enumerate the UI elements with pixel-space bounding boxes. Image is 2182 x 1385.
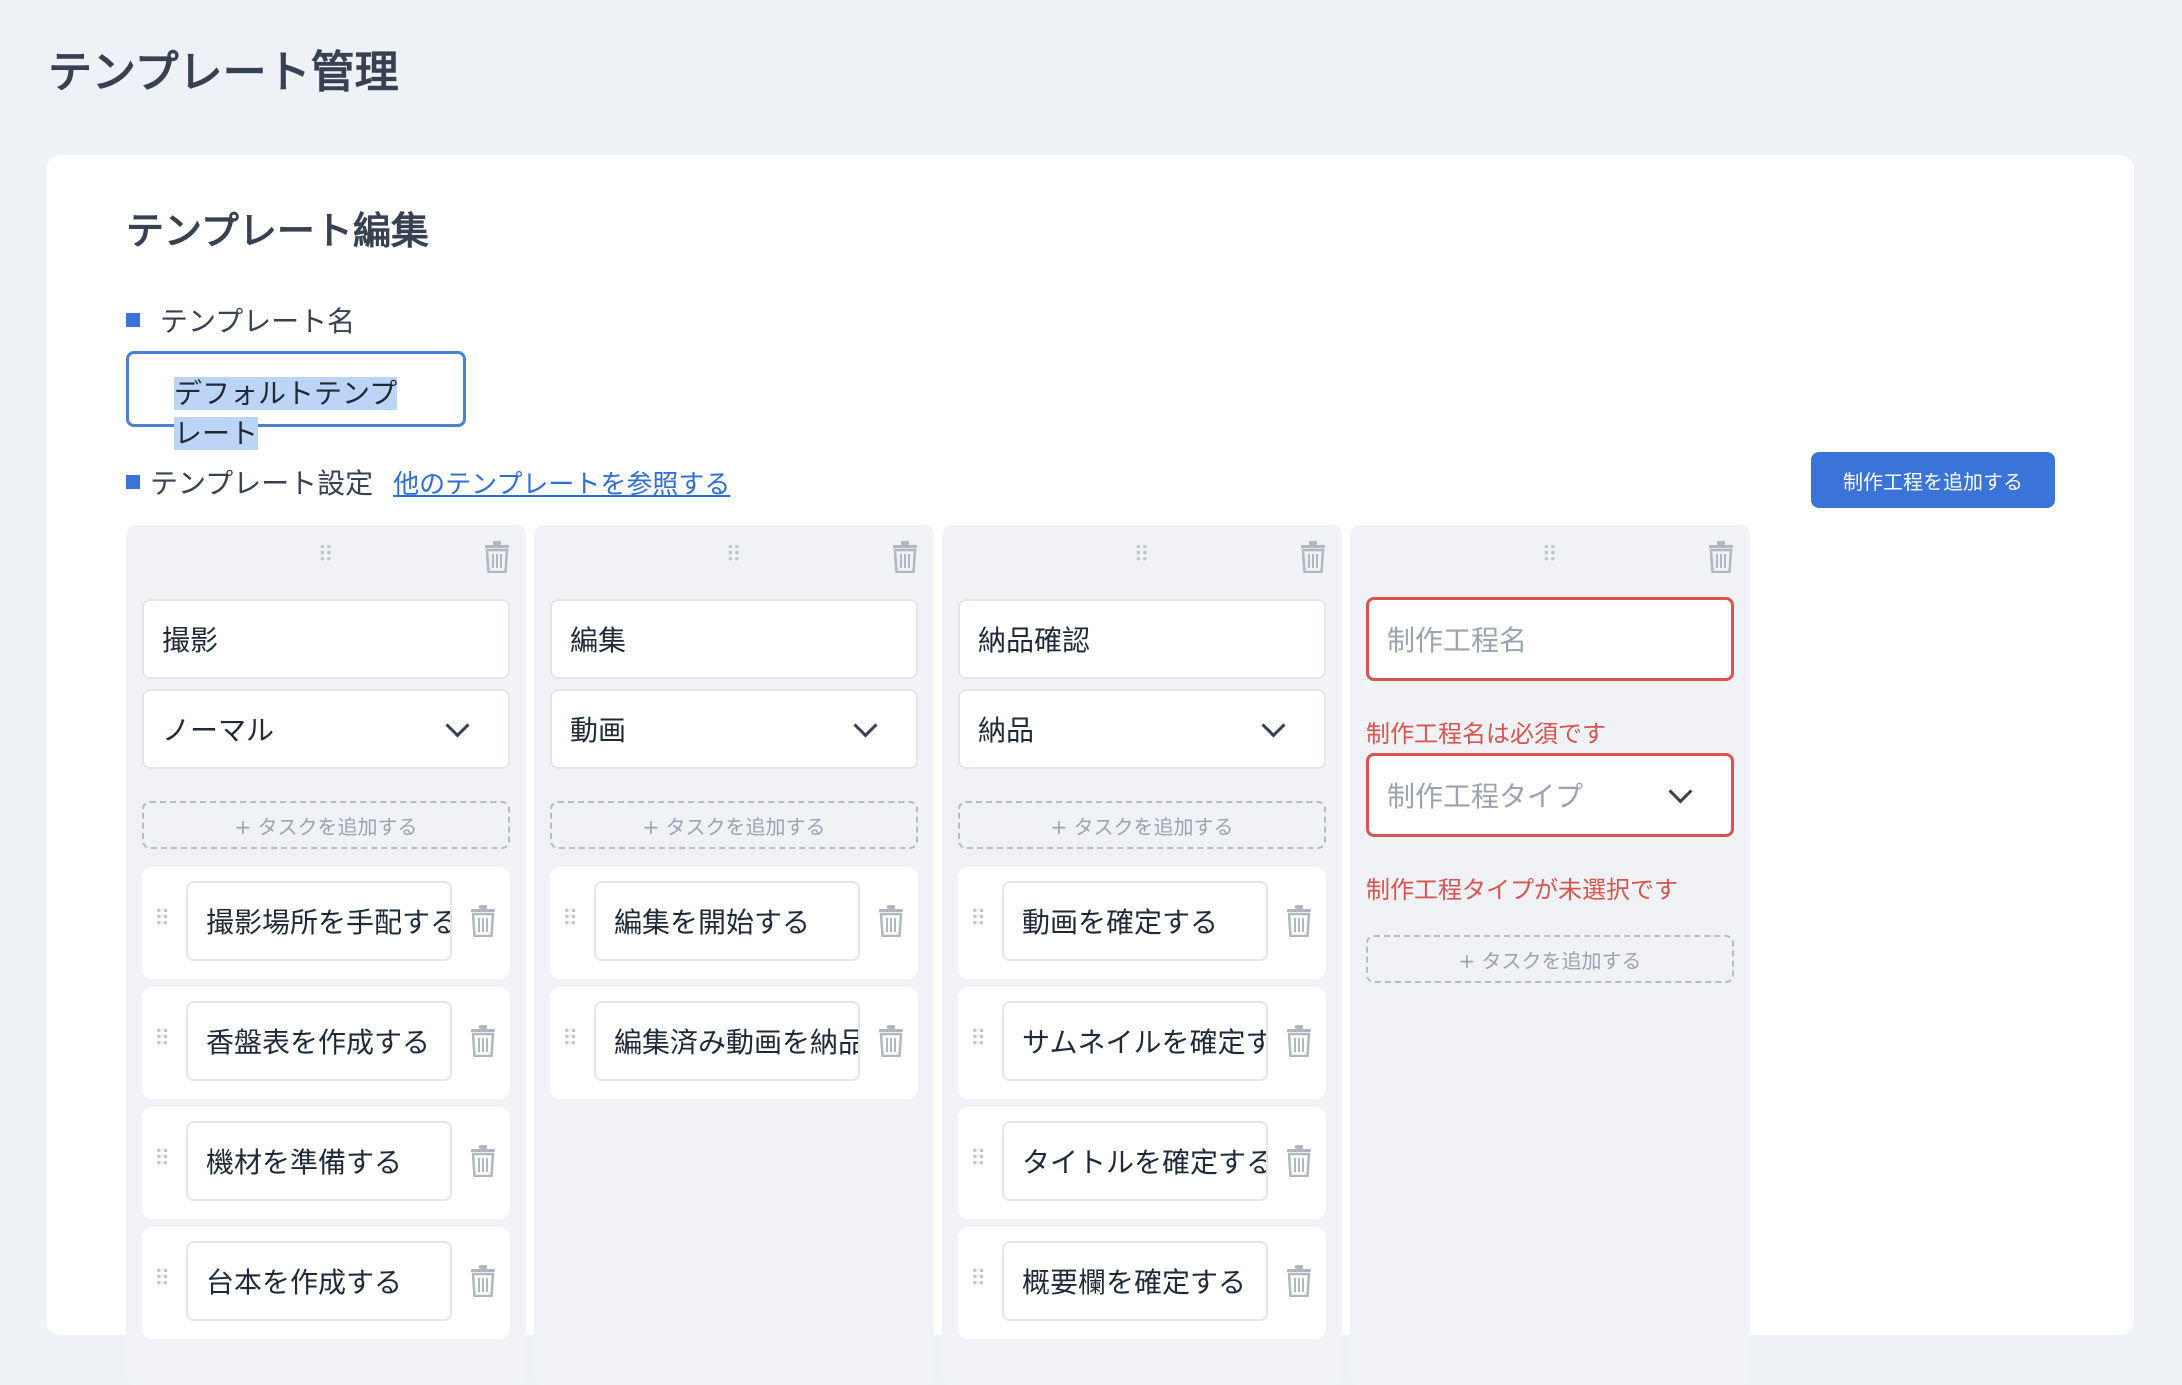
template-settings-label: テンプレート設定 他のテンプレートを参照する bbox=[126, 462, 730, 502]
trash-icon[interactable] bbox=[878, 1025, 904, 1057]
task-name-input[interactable]: 動画を確定する bbox=[1002, 881, 1268, 961]
task-item: ⠿ 台本を作成する bbox=[142, 1227, 510, 1339]
trash-icon[interactable] bbox=[878, 905, 904, 937]
page-title: テンプレート管理 bbox=[48, 47, 399, 98]
drag-handle-icon[interactable]: ⠿ bbox=[970, 909, 986, 931]
trash-icon[interactable] bbox=[1708, 541, 1734, 573]
trash-icon[interactable] bbox=[470, 1025, 496, 1057]
trash-icon[interactable] bbox=[484, 541, 510, 573]
template-name-label: テンプレート名 bbox=[126, 300, 355, 340]
task-name-input[interactable]: 編集を開始する bbox=[594, 881, 860, 961]
process-type-select[interactable]: 制作工程タイプ bbox=[1366, 753, 1734, 837]
process-type-error: 制作工程タイプが未選択です bbox=[1366, 876, 1678, 904]
add-task-button[interactable]: + タスクを追加する bbox=[550, 801, 918, 849]
process-name-input[interactable]: 制作工程名 bbox=[1366, 597, 1734, 681]
template-name-input[interactable]: デフォルトテンプレート bbox=[126, 351, 466, 450]
bullet-square-icon bbox=[126, 313, 140, 327]
process-name-input[interactable]: 編集 bbox=[550, 599, 918, 679]
task-item: ⠿ 撮影場所を手配する bbox=[142, 867, 510, 979]
drag-handle-icon[interactable]: ⠿ bbox=[154, 1149, 170, 1171]
task-item: ⠿ 概要欄を確定する bbox=[958, 1227, 1326, 1339]
process-column: ⠿ 納品確認 納品 + タスクを追加する ⠿ 動画を確定する ⠿ サムネイルを確… bbox=[942, 525, 1342, 1385]
task-item: ⠿ 編集済み動画を納品する bbox=[550, 987, 918, 1099]
chevron-down-icon bbox=[853, 712, 878, 738]
trash-icon[interactable] bbox=[1286, 1145, 1312, 1177]
task-item: ⠿ 編集を開始する bbox=[550, 867, 918, 979]
process-name-input[interactable]: 撮影 bbox=[142, 599, 510, 679]
trash-icon[interactable] bbox=[1286, 1025, 1312, 1057]
editor-title: テンプレート編集 bbox=[126, 209, 429, 253]
trash-icon[interactable] bbox=[470, 1265, 496, 1297]
task-name-input[interactable]: タイトルを確定する bbox=[1002, 1121, 1268, 1201]
task-item: ⠿ 動画を確定する bbox=[958, 867, 1326, 979]
drag-handle-icon[interactable]: ⠿ bbox=[534, 543, 934, 568]
add-task-button[interactable]: + タスクを追加する bbox=[958, 801, 1326, 849]
task-item: ⠿ 香盤表を作成する bbox=[142, 987, 510, 1099]
drag-handle-icon[interactable]: ⠿ bbox=[562, 1029, 578, 1051]
bullet-square-icon bbox=[126, 475, 140, 489]
process-column: ⠿ 撮影 ノーマル + タスクを追加する ⠿ 撮影場所を手配する ⠿ 香盤表を作… bbox=[126, 525, 526, 1385]
task-name-input[interactable]: サムネイルを確定する bbox=[1002, 1001, 1268, 1081]
add-task-button[interactable]: + タスクを追加する bbox=[142, 801, 510, 849]
trash-icon[interactable] bbox=[470, 905, 496, 937]
task-item: ⠿ サムネイルを確定する bbox=[958, 987, 1326, 1099]
process-name-input[interactable]: 納品確認 bbox=[958, 599, 1326, 679]
task-name-input[interactable]: 香盤表を作成する bbox=[186, 1001, 452, 1081]
template-name-value: デフォルトテンプレート bbox=[174, 377, 398, 450]
chevron-down-icon bbox=[445, 712, 470, 738]
task-name-input[interactable]: 編集済み動画を納品する bbox=[594, 1001, 860, 1081]
drag-handle-icon[interactable]: ⠿ bbox=[562, 909, 578, 931]
chevron-down-icon bbox=[1668, 778, 1693, 804]
drag-handle-icon[interactable]: ⠿ bbox=[970, 1269, 986, 1291]
trash-icon[interactable] bbox=[892, 541, 918, 573]
task-name-input[interactable]: 撮影場所を手配する bbox=[186, 881, 452, 961]
task-name-input[interactable]: 機材を準備する bbox=[186, 1121, 452, 1201]
drag-handle-icon[interactable]: ⠿ bbox=[154, 1269, 170, 1291]
trash-icon[interactable] bbox=[1300, 541, 1326, 573]
add-task-button[interactable]: + タスクを追加する bbox=[1366, 935, 1734, 983]
drag-handle-icon[interactable]: ⠿ bbox=[970, 1029, 986, 1051]
trash-icon[interactable] bbox=[470, 1145, 496, 1177]
process-type-select[interactable]: ノーマル bbox=[142, 689, 510, 769]
trash-icon[interactable] bbox=[1286, 1265, 1312, 1297]
process-name-error: 制作工程名は必須です bbox=[1366, 720, 1606, 748]
reference-templates-link[interactable]: 他のテンプレートを参照する bbox=[393, 464, 730, 501]
process-column-new: ⠿ 制作工程名 制作工程名は必須です 制作工程タイプ 制作工程タイプが未選択です… bbox=[1350, 525, 1750, 1385]
task-item: ⠿ 機材を準備する bbox=[142, 1107, 510, 1219]
task-item: ⠿ タイトルを確定する bbox=[958, 1107, 1326, 1219]
task-name-input[interactable]: 概要欄を確定する bbox=[1002, 1241, 1268, 1321]
task-name-input[interactable]: 台本を作成する bbox=[186, 1241, 452, 1321]
chevron-down-icon bbox=[1261, 712, 1286, 738]
trash-icon[interactable] bbox=[1286, 905, 1312, 937]
drag-handle-icon[interactable]: ⠿ bbox=[154, 1029, 170, 1051]
drag-handle-icon[interactable]: ⠿ bbox=[970, 1149, 986, 1171]
drag-handle-icon[interactable]: ⠿ bbox=[942, 543, 1342, 568]
template-editor-card: テンプレート編集 テンプレート名 デフォルトテンプレート テンプレート設定 他の… bbox=[46, 155, 2134, 1385]
drag-handle-icon[interactable]: ⠿ bbox=[154, 909, 170, 931]
process-column: ⠿ 編集 動画 + タスクを追加する ⠿ 編集を開始する ⠿ 編集済み動画を納品… bbox=[534, 525, 934, 1385]
process-type-select[interactable]: 動画 bbox=[550, 689, 918, 769]
process-type-select[interactable]: 納品 bbox=[958, 689, 1326, 769]
drag-handle-icon[interactable]: ⠿ bbox=[1350, 543, 1750, 568]
add-process-button[interactable]: 制作工程を追加する bbox=[1811, 452, 2055, 508]
drag-handle-icon[interactable]: ⠿ bbox=[126, 543, 526, 568]
